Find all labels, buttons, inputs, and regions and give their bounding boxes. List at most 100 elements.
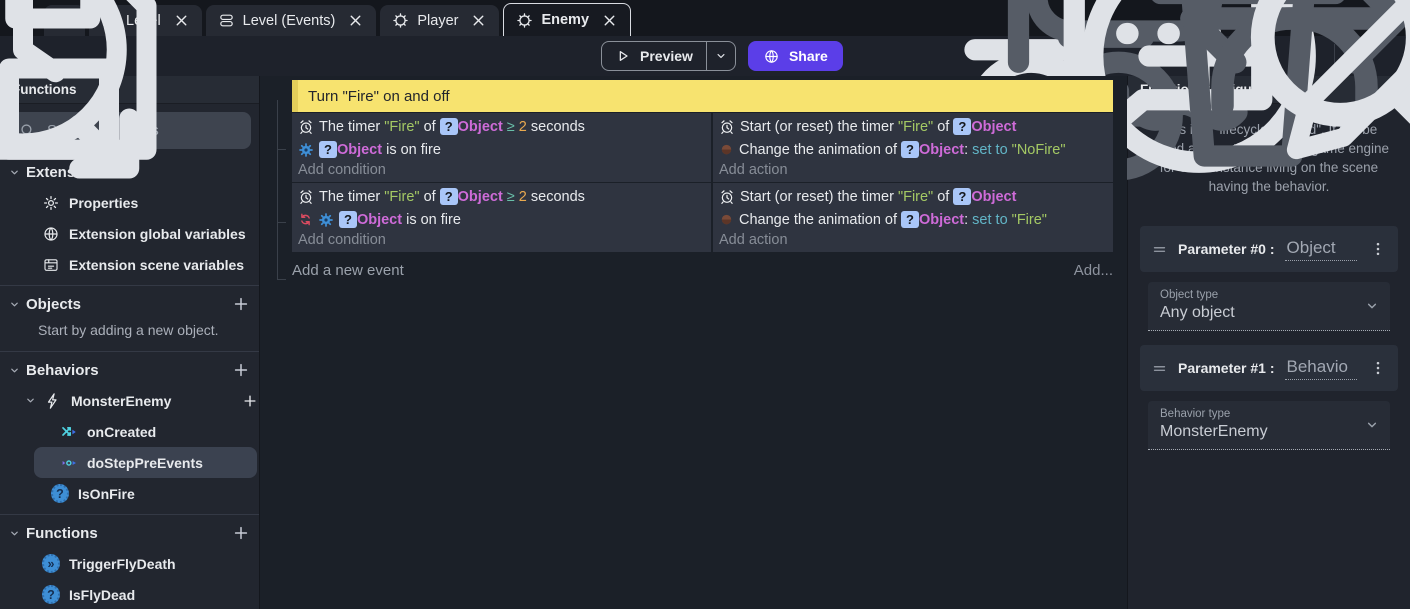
instruction-text: ≥	[503, 189, 519, 205]
object-parameter-badge: ?	[901, 141, 919, 158]
chevron-down-icon	[1364, 417, 1380, 433]
event-row[interactable]: The timer "Fire" of ?Object ≥ 2 seconds?…	[292, 113, 1113, 182]
event-row[interactable]: The timer "Fire" of ?Object ≥ 2 seconds?…	[292, 183, 1113, 252]
action-line[interactable]: Start (or reset) the timer "Fire" of ?Ob…	[713, 185, 1113, 208]
parameter-type-select[interactable]: Object type Any object	[1148, 282, 1390, 331]
add-condition-button[interactable]: Add condition	[292, 231, 711, 251]
instruction-text: :	[964, 142, 972, 158]
tab-level-events[interactable]: Level (Events)	[206, 5, 377, 36]
parameter-name-input[interactable]: Object	[1285, 238, 1357, 261]
instruction-text: of	[933, 119, 953, 135]
instruction-text: Start (or reset) the timer	[740, 119, 898, 135]
instruction-text: of	[420, 119, 440, 135]
add-action-button[interactable]: Add action	[713, 231, 1113, 251]
condition-sentence: ?Object is on fire	[339, 211, 461, 228]
sidebar-item-oncreated[interactable]: onCreated	[0, 416, 259, 447]
toolbar: Preview Share	[0, 36, 1410, 76]
tab-enemy[interactable]: Enemy	[503, 3, 631, 36]
add-more-button[interactable]: Add...	[1074, 262, 1113, 279]
instruction-text: of	[933, 189, 953, 205]
share-button[interactable]: Share	[748, 41, 843, 71]
condition-line[interactable]: The timer "Fire" of ?Object ≥ 2 seconds	[292, 115, 711, 138]
parameter-type-value: MonsterEnemy	[1160, 423, 1378, 441]
preview-button[interactable]: Preview	[601, 41, 736, 71]
play-icon	[615, 48, 631, 64]
sidebar-item-monsterenemy[interactable]: MonsterEnemy	[0, 385, 259, 416]
action-sentence: Change the animation of ?Object: set to …	[739, 141, 1065, 158]
sidebar-item-isflydead[interactable]: ?IsFlyDead	[0, 579, 259, 609]
tab-close-icon[interactable]	[470, 12, 487, 29]
save-button[interactable]	[47, 44, 71, 68]
event-tree-tick	[277, 149, 286, 150]
condition-line[interactable]: ?Object is on fire	[292, 208, 711, 231]
add-behavior-function-button[interactable]	[241, 392, 259, 410]
preview-dropdown-button[interactable]	[706, 42, 735, 70]
tab-close-icon[interactable]	[601, 12, 618, 29]
instruction-text: "Fire"	[898, 119, 933, 135]
sidebar-item-extension scene variables[interactable]: Extension scene variables	[0, 249, 259, 280]
tab-close-icon[interactable]	[347, 12, 364, 29]
object-parameter-badge: ?	[440, 188, 458, 205]
timer-icon	[719, 189, 735, 205]
section-behaviors[interactable]: Behaviors	[0, 355, 259, 385]
instruction-text: "Fire"	[1012, 212, 1047, 228]
instruction-text: of	[420, 189, 440, 205]
section-label: Functions	[26, 525, 98, 542]
instruction-text: Object	[357, 212, 402, 228]
parameter-label: Parameter #1 :	[1178, 360, 1275, 376]
section-functions[interactable]: Functions	[0, 518, 259, 548]
sidebar-item-label: Extension scene variables	[69, 257, 244, 273]
sidebar-item-isonfire[interactable]: ?IsOnFire	[0, 478, 259, 509]
sidebar-item-label: IsFlyDead	[69, 587, 135, 603]
add-functions-button[interactable]	[231, 523, 251, 543]
add-action-button[interactable]: Add action	[713, 161, 1113, 181]
scene-variables-icon	[42, 256, 60, 274]
chevron-down-icon	[8, 364, 21, 377]
section-objects[interactable]: Objects	[0, 289, 259, 319]
action-line[interactable]: Change the animation of ?Object: set to …	[713, 138, 1113, 161]
drag-handle-icon[interactable]	[1151, 360, 1168, 377]
not-icon	[298, 212, 313, 227]
instruction-text: Object	[919, 212, 964, 228]
edit-extension-button[interactable]	[1378, 44, 1402, 68]
add-objects-button[interactable]	[231, 294, 251, 314]
add-behaviors-button[interactable]	[231, 360, 251, 380]
object-parameter-badge: ?	[319, 141, 337, 158]
action-line[interactable]: Change the animation of ?Object: set to …	[713, 208, 1113, 231]
tab-player[interactable]: Player	[380, 5, 499, 36]
parameter-label: Parameter #0 :	[1178, 241, 1275, 257]
shuffle-icon	[60, 423, 78, 441]
chevron-down-icon	[8, 527, 21, 540]
condition-sentence: ?Object is on fire	[319, 141, 441, 158]
event-tree-tick	[277, 222, 286, 223]
sidebar-divider	[0, 514, 259, 515]
chevron-down-icon	[24, 394, 37, 407]
object-parameter-badge: ?	[440, 118, 458, 135]
sidebar-item-triggerflydeath[interactable]: »TriggerFlyDeath	[0, 548, 259, 579]
condition-line[interactable]: ?Object is on fire	[292, 138, 711, 161]
instruction-text: Start (or reset) the timer	[740, 189, 898, 205]
action-line[interactable]: Start (or reset) the timer "Fire" of ?Ob…	[713, 115, 1113, 138]
instruction-text: ≥	[503, 119, 519, 135]
event-comment[interactable]: Turn "Fire" on and off	[292, 80, 1113, 112]
add-new-event-button[interactable]: Add a new event	[292, 262, 404, 279]
drag-handle-icon[interactable]	[1151, 241, 1168, 258]
sidebar-item-label: IsOnFire	[78, 486, 135, 502]
sidebar-item-label: MonsterEnemy	[71, 393, 171, 409]
add-condition-button[interactable]: Add condition	[292, 161, 711, 181]
tab-label: Level (Events)	[243, 13, 336, 29]
kebab-menu-icon[interactable]	[1369, 240, 1387, 258]
parameter-type-select[interactable]: Behavior type MonsterEnemy	[1148, 401, 1390, 450]
lightning-icon	[44, 392, 62, 410]
instruction-text: "Fire"	[384, 189, 419, 205]
condition-line[interactable]: The timer "Fire" of ?Object ≥ 2 seconds	[292, 185, 711, 208]
kebab-menu-icon[interactable]	[1369, 359, 1387, 377]
sidebar-item-dosteppreevents[interactable]: doStepPreEvents	[34, 447, 257, 478]
edit-scene-icon	[1240, 0, 1410, 206]
instruction-text: Object	[337, 142, 382, 158]
sidebar-item-extension global variables[interactable]: Extension global variables	[0, 218, 259, 249]
events-footer: Add a new event Add...	[292, 262, 1113, 279]
parameter-name-input[interactable]: Behavio	[1285, 357, 1357, 380]
preview-button-main[interactable]: Preview	[602, 42, 706, 70]
share-label: Share	[789, 48, 828, 64]
